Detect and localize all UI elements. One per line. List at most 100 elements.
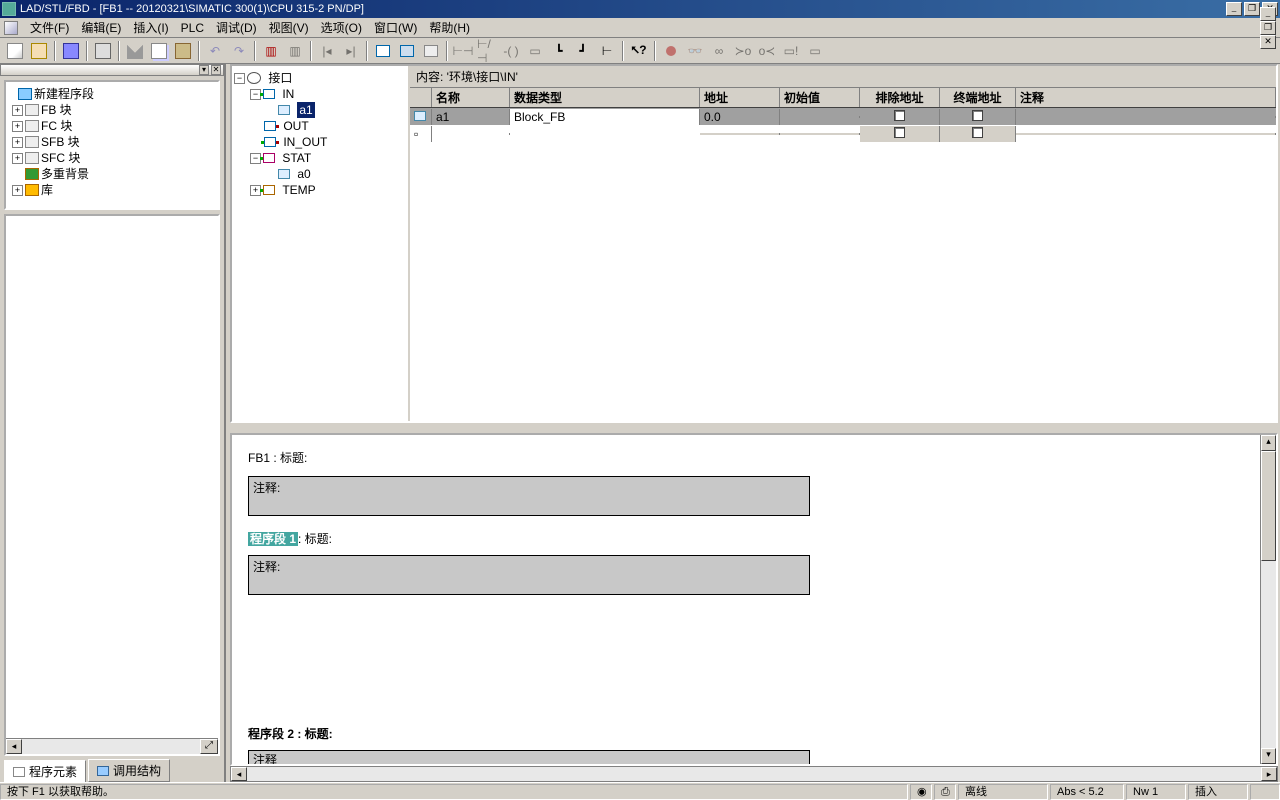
menu-edit[interactable]: 编辑(E) — [75, 18, 127, 37]
node-inout[interactable]: IN_OUT — [283, 134, 327, 150]
node-a1[interactable]: a1 — [297, 102, 314, 118]
status-nw: Nw 1 — [1126, 784, 1186, 800]
node-in[interactable]: IN — [282, 86, 294, 102]
app-icon — [2, 2, 16, 16]
nav-last-button[interactable]: ▸| — [340, 40, 362, 62]
elem1-button[interactable]: ⊢⊣ — [452, 40, 474, 62]
node-out[interactable]: OUT — [283, 118, 308, 134]
restore-button[interactable]: ❐ — [1244, 2, 1260, 16]
elem3-button[interactable]: -( ) — [500, 40, 522, 62]
tree-fb[interactable]: FB 块 — [41, 102, 72, 118]
variable-table: 内容: '环境\接口\IN' 名称 数据类型 地址 初始值 排除地址 终端地址 … — [410, 66, 1276, 421]
menu-plc[interactable]: PLC — [175, 20, 210, 36]
print-button[interactable] — [92, 40, 114, 62]
scroll-up-button[interactable]: ▴ — [1261, 435, 1276, 451]
node-temp[interactable]: TEMP — [282, 182, 315, 198]
new-button[interactable] — [4, 40, 26, 62]
variable-row-a1[interactable]: a1 Block_FB 0.0 — [410, 108, 1276, 125]
tab-call-structure[interactable]: 调用结构 — [88, 759, 170, 782]
monitor-glasses-button[interactable]: 👓 — [684, 40, 706, 62]
context-help-button[interactable]: ⭦? — [628, 40, 650, 62]
view-db-button[interactable] — [420, 40, 442, 62]
status-icon-1: ◉ — [910, 784, 932, 800]
branch-open-button[interactable]: ┗ — [548, 40, 570, 62]
monitor-d-button[interactable]: ▭! — [780, 40, 802, 62]
block-title: FB1 : 标题: — [248, 449, 1244, 466]
menu-file[interactable]: 文件(F) — [24, 18, 75, 37]
status-ins: 插入 — [1188, 784, 1248, 800]
mdi-restore-button[interactable]: ❐ — [1260, 21, 1276, 35]
title-bar: LAD/STL/FBD - [FB1 -- 20120321\SIMATIC 3… — [0, 0, 1280, 18]
menu-help[interactable]: 帮助(H) — [423, 18, 476, 37]
scroll-down-button[interactable]: ▾ — [1261, 748, 1276, 764]
redo-button[interactable]: ↷ — [228, 40, 250, 62]
conn-button[interactable]: ⊢ — [596, 40, 618, 62]
dock-tabs: 程序元素 调用结构 — [0, 760, 224, 782]
nav-first-button[interactable]: |◂ — [316, 40, 338, 62]
monitor-e-button[interactable]: ▭ — [804, 40, 826, 62]
mdi-minimize-button[interactable]: _ — [1260, 7, 1276, 21]
node-stat[interactable]: STAT — [282, 150, 311, 166]
monitor-record-button[interactable] — [660, 40, 682, 62]
monitor-a-button[interactable]: ∞ — [708, 40, 730, 62]
editor-hscroll[interactable]: ◂▸ — [230, 766, 1278, 782]
mdi-icon — [4, 21, 18, 35]
monitor-b-button[interactable]: ≻o — [732, 40, 754, 62]
upload-button[interactable]: ▥ — [284, 40, 306, 62]
menu-view[interactable]: 视图(V) — [263, 18, 315, 37]
terminal-checkbox[interactable] — [972, 110, 983, 121]
cut-button[interactable] — [124, 40, 146, 62]
paste-button[interactable] — [172, 40, 194, 62]
interface-tree[interactable]: − 接口 − IN a1 OUT IN_OUT − STAT a0 + TEMP — [232, 66, 410, 421]
monitor-c-button[interactable]: o≺ — [756, 40, 778, 62]
menu-options[interactable]: 选项(O) — [315, 18, 368, 37]
elem2-button[interactable]: ⊢/⊣ — [476, 40, 498, 62]
tree-sfc[interactable]: SFC 块 — [41, 150, 80, 166]
menu-debug[interactable]: 调试(D) — [210, 18, 263, 37]
node-a0[interactable]: a0 — [297, 166, 310, 182]
network-1-title[interactable]: 程序段 1: 标题: — [248, 530, 1244, 547]
branch-close-button[interactable]: ┛ — [572, 40, 594, 62]
download-button[interactable]: ▥ — [260, 40, 282, 62]
editor-vscroll[interactable]: ▴ ▾ — [1260, 435, 1276, 764]
tree-lib[interactable]: 库 — [41, 182, 53, 198]
tab-program-elements[interactable]: 程序元素 — [4, 760, 86, 783]
dock-pin-button[interactable]: ▾ — [199, 65, 209, 75]
mdi-close-button[interactable]: ✕ — [1260, 35, 1276, 49]
variable-table-columns: 名称 数据类型 地址 初始值 排除地址 终端地址 注释 — [410, 88, 1276, 108]
code-editor[interactable]: FB1 : 标题: 注释: 程序段 1: 标题: 注释: 程序段 2 : 标题:… — [232, 435, 1260, 764]
expand-icon[interactable]: + — [12, 105, 23, 116]
tree-new-network[interactable]: 新建程序段 — [34, 86, 94, 102]
variable-table-header: 内容: '环境\接口\IN' — [410, 66, 1276, 88]
menu-insert[interactable]: 插入(I) — [127, 18, 174, 37]
open-button[interactable] — [28, 40, 50, 62]
tree-multi[interactable]: 多重背景 — [41, 166, 89, 182]
status-blank — [1250, 784, 1280, 800]
menu-window[interactable]: 窗口(W) — [368, 18, 423, 37]
undo-button[interactable]: ↶ — [204, 40, 226, 62]
scroll-thumb[interactable] — [1261, 451, 1276, 561]
status-icon-2: ⎙ — [934, 784, 956, 800]
view-overview-button[interactable] — [372, 40, 394, 62]
node-interface[interactable]: 接口 — [268, 70, 292, 86]
expand-lower-button[interactable]: ⤢ — [200, 739, 218, 754]
left-dock: ▾ ✕ 新建程序段 +FB 块 +FC 块 +SFB 块 +SFC 块 多重背景… — [0, 64, 226, 782]
dock-close-button[interactable]: ✕ — [211, 65, 221, 75]
copy-button[interactable] — [148, 40, 170, 62]
lower-hscroll[interactable]: ◂ ⤢ — [6, 738, 218, 754]
variable-row-empty[interactable]: ▫ — [410, 125, 1276, 142]
elem4-button[interactable]: ▭ — [524, 40, 546, 62]
tree-sfb[interactable]: SFB 块 — [41, 134, 80, 150]
network-1-comment[interactable]: 注释: — [248, 555, 810, 595]
view-detail-button[interactable] — [396, 40, 418, 62]
exclude-checkbox[interactable] — [894, 110, 905, 121]
block-comment[interactable]: 注释: — [248, 476, 810, 516]
program-elements-tree[interactable]: 新建程序段 +FB 块 +FC 块 +SFB 块 +SFC 块 多重背景 +库 — [4, 80, 220, 210]
minimize-button[interactable]: _ — [1226, 2, 1242, 16]
network-2-title[interactable]: 程序段 2 : 标题: — [248, 725, 1244, 742]
window-title: LAD/STL/FBD - [FB1 -- 20120321\SIMATIC 3… — [20, 3, 1226, 15]
lower-panel: ◂ ⤢ — [4, 214, 220, 756]
network-2-comment-partial[interactable]: 注释 — [248, 750, 810, 764]
tree-fc[interactable]: FC 块 — [41, 118, 72, 134]
save-button[interactable] — [60, 40, 82, 62]
